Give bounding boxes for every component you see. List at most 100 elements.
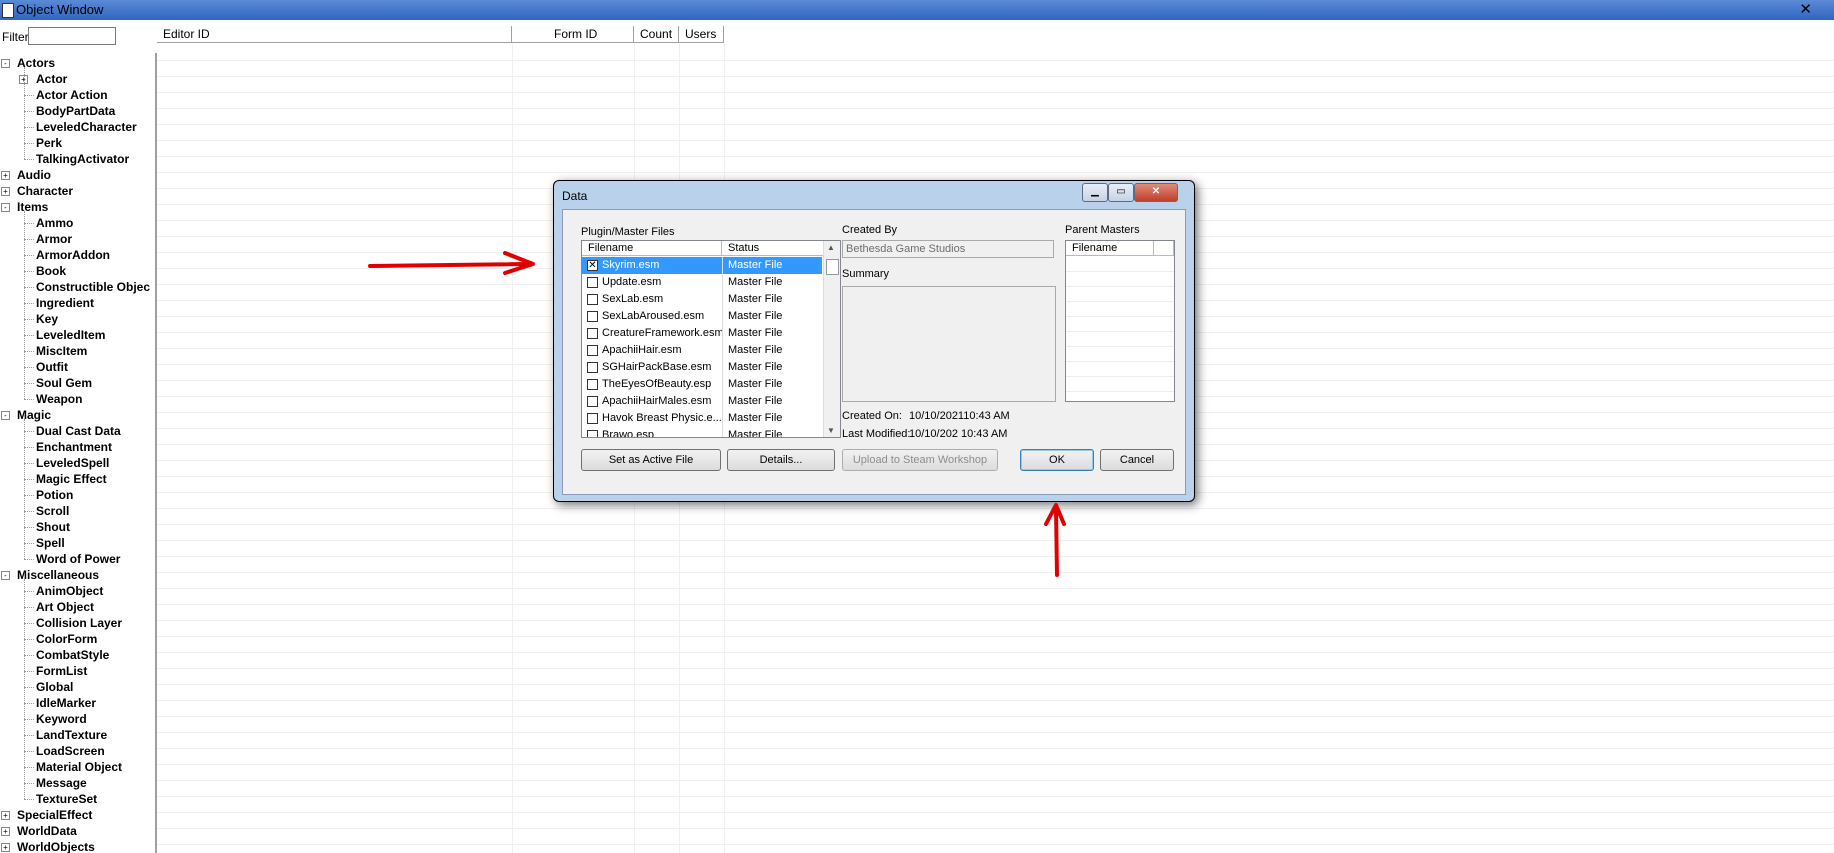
expand-icon[interactable]: + bbox=[1, 171, 10, 180]
plugin-file-row[interactable]: Brawo.esp Master File bbox=[582, 427, 822, 437]
plugin-file-checkbox[interactable] bbox=[587, 430, 598, 437]
tree-item[interactable]: LeveledCharacter bbox=[36, 119, 137, 135]
plugin-list-scrollbar[interactable]: ▲ ▼ bbox=[823, 241, 840, 437]
column-header-users[interactable]: Users bbox=[679, 26, 724, 43]
collapse-icon[interactable]: - bbox=[1, 59, 10, 68]
parent-masters-list[interactable]: Filename bbox=[1065, 240, 1175, 402]
plugin-file-list[interactable]: Filename Status ✕ Skyrim.esm Master File Up… bbox=[581, 240, 841, 438]
tree-item[interactable]: Ammo bbox=[36, 215, 73, 231]
minimize-icon[interactable]: ▁ bbox=[1082, 183, 1108, 202]
tree-item[interactable]: Magic bbox=[17, 407, 51, 423]
tree-item[interactable]: ColorForm bbox=[36, 631, 97, 647]
plugin-file-checkbox[interactable] bbox=[587, 413, 598, 424]
tree-item[interactable]: Shout bbox=[36, 519, 70, 535]
tree-item[interactable]: WorldObjects bbox=[17, 839, 95, 853]
tree-item[interactable]: IdleMarker bbox=[36, 695, 96, 711]
plugin-file-row[interactable]: Update.esm Master File bbox=[582, 274, 822, 291]
tree-item[interactable]: Message bbox=[36, 775, 87, 791]
details-button[interactable]: Details... bbox=[727, 449, 835, 471]
tree-item[interactable]: SpecialEffect bbox=[17, 807, 92, 823]
column-header-editor-id[interactable]: Editor ID bbox=[157, 26, 512, 43]
plugin-file-row[interactable]: ✕ Skyrim.esm Master File bbox=[582, 257, 822, 274]
tree-item[interactable]: Armor bbox=[36, 231, 72, 247]
tree-item[interactable]: Material Object bbox=[36, 759, 122, 775]
collapse-icon[interactable]: - bbox=[1, 571, 10, 580]
tree-item[interactable]: Dual Cast Data bbox=[36, 423, 121, 439]
tree-item[interactable]: Keyword bbox=[36, 711, 87, 727]
column-header-count[interactable]: Count bbox=[634, 26, 679, 43]
filter-input[interactable] bbox=[28, 27, 116, 45]
close-icon[interactable]: ✕ bbox=[1134, 183, 1178, 202]
tree-item[interactable]: Character bbox=[17, 183, 73, 199]
tree-item[interactable]: TextureSet bbox=[36, 791, 97, 807]
tree-item[interactable]: Ingredient bbox=[36, 295, 94, 311]
plugin-file-row[interactable]: ApachiiHairMales.esm Master File bbox=[582, 393, 822, 410]
tree-item[interactable]: Actor Action bbox=[36, 87, 108, 103]
tree-item[interactable]: TalkingActivator bbox=[36, 151, 129, 167]
close-icon[interactable]: ✕ bbox=[1799, 0, 1812, 18]
tree-item[interactable]: Actor bbox=[36, 71, 67, 87]
tree-item[interactable]: Perk bbox=[36, 135, 62, 151]
plugin-file-checkbox[interactable] bbox=[587, 311, 598, 322]
tree-item[interactable]: CombatStyle bbox=[36, 647, 109, 663]
tree-item[interactable]: Art Object bbox=[36, 599, 94, 615]
summary-field[interactable] bbox=[842, 286, 1056, 402]
scroll-up-icon[interactable]: ▲ bbox=[827, 243, 835, 252]
plugin-file-checkbox[interactable] bbox=[587, 294, 598, 305]
plugin-file-checkbox[interactable] bbox=[587, 328, 598, 339]
tree-item[interactable]: Global bbox=[36, 679, 73, 695]
plugin-file-checkbox[interactable]: ✕ bbox=[587, 260, 598, 271]
plugin-file-checkbox[interactable] bbox=[587, 396, 598, 407]
tree-item[interactable]: LoadScreen bbox=[36, 743, 105, 759]
collapse-icon[interactable]: - bbox=[1, 411, 10, 420]
tree-item[interactable]: LandTexture bbox=[36, 727, 107, 743]
plugin-list-header-status[interactable]: Status bbox=[722, 241, 824, 256]
plugin-file-row[interactable]: SGHairPackBase.esm Master File bbox=[582, 359, 822, 376]
tree-item[interactable]: ArmorAddon bbox=[36, 247, 110, 263]
tree-item[interactable]: AnimObject bbox=[36, 583, 103, 599]
tree-item[interactable]: Miscellaneous bbox=[17, 567, 99, 583]
expand-icon[interactable]: + bbox=[1, 843, 10, 852]
tree-item[interactable]: Book bbox=[36, 263, 66, 279]
tree-item[interactable]: WorldData bbox=[17, 823, 77, 839]
cancel-button[interactable]: Cancel bbox=[1100, 449, 1174, 471]
tree-item[interactable]: Potion bbox=[36, 487, 73, 503]
tree-item[interactable]: MiscItem bbox=[36, 343, 87, 359]
tree-item[interactable]: Word of Power bbox=[36, 551, 120, 567]
expand-icon[interactable]: + bbox=[1, 827, 10, 836]
tree-item[interactable]: Outfit bbox=[36, 359, 68, 375]
tree-item[interactable]: Key bbox=[36, 311, 58, 327]
tree-item[interactable]: LeveledItem bbox=[36, 327, 105, 343]
plugin-file-row[interactable]: TheEyesOfBeauty.esp Master File bbox=[582, 376, 822, 393]
maximize-icon[interactable]: ▭ bbox=[1108, 183, 1134, 202]
tree-item[interactable]: Enchantment bbox=[36, 439, 112, 455]
plugin-file-row[interactable]: SexLabAroused.esm Master File bbox=[582, 308, 822, 325]
plugin-list-header-filename[interactable]: Filename bbox=[582, 241, 722, 256]
expand-icon[interactable]: + bbox=[1, 811, 10, 820]
tree-item[interactable]: Audio bbox=[17, 167, 51, 183]
tree-item[interactable]: Scroll bbox=[36, 503, 69, 519]
plugin-file-row[interactable]: Havok Breast Physic.e... Master File bbox=[582, 410, 822, 427]
plugin-file-checkbox[interactable] bbox=[587, 345, 598, 356]
set-active-file-button[interactable]: Set as Active File bbox=[581, 449, 721, 471]
plugin-file-checkbox[interactable] bbox=[587, 379, 598, 390]
plugin-file-row[interactable]: ApachiiHair.esm Master File bbox=[582, 342, 822, 359]
parent-masters-header-filename[interactable]: Filename bbox=[1066, 241, 1154, 256]
plugin-file-row[interactable]: SexLab.esm Master File bbox=[582, 291, 822, 308]
expand-icon[interactable]: + bbox=[1, 187, 10, 196]
tree-item[interactable]: BodyPartData bbox=[36, 103, 115, 119]
tree-item[interactable]: Soul Gem bbox=[36, 375, 92, 391]
tree-item[interactable]: FormList bbox=[36, 663, 87, 679]
plugin-file-checkbox[interactable] bbox=[587, 277, 598, 288]
tree-item[interactable]: Spell bbox=[36, 535, 65, 551]
collapse-icon[interactable]: - bbox=[1, 203, 10, 212]
plugin-file-checkbox[interactable] bbox=[587, 362, 598, 373]
scroll-down-icon[interactable]: ▼ bbox=[827, 426, 835, 435]
scrollbar-thumb[interactable] bbox=[826, 259, 839, 275]
tree-item[interactable]: Weapon bbox=[36, 391, 82, 407]
tree-item[interactable]: LeveledSpell bbox=[36, 455, 109, 471]
tree-item[interactable]: Constructible Objec bbox=[36, 279, 150, 295]
tree-item[interactable]: Collision Layer bbox=[36, 615, 122, 631]
plugin-file-row[interactable]: CreatureFramework.esm Master File bbox=[582, 325, 822, 342]
ok-button[interactable]: OK bbox=[1020, 449, 1094, 471]
